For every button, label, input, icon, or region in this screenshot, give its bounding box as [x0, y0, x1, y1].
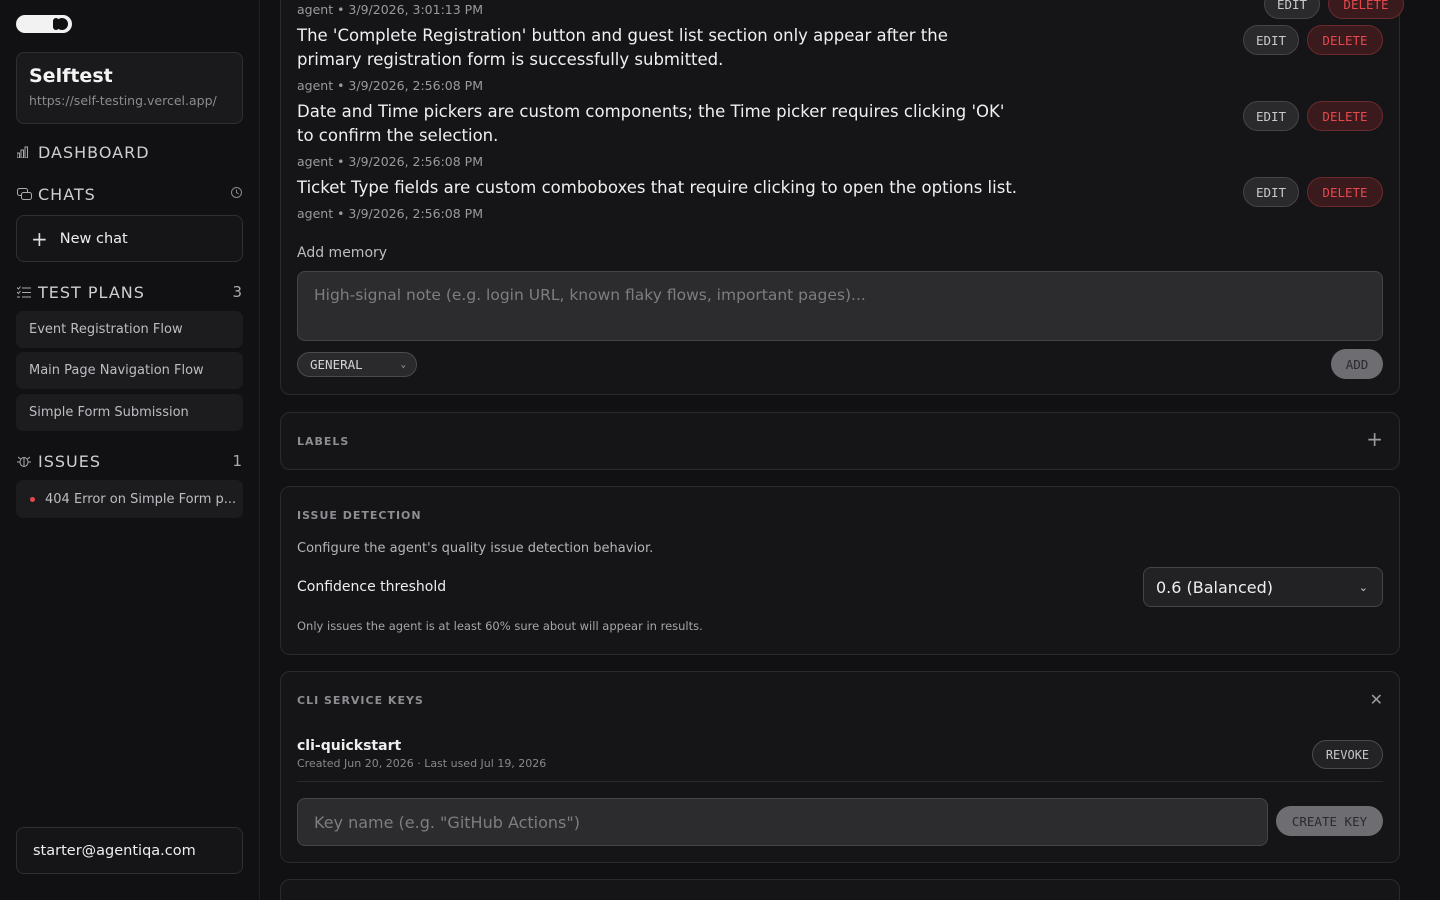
test-plan-item[interactable]: Simple Form Submission: [16, 394, 243, 431]
memory-category-select[interactable]: GENERAL ⌄: [297, 352, 417, 377]
nav-dashboard[interactable]: DASHBOARD: [16, 138, 243, 166]
key-meta: Created Jun 20, 2026 · Last used Jul 19,…: [297, 757, 547, 770]
nav-test-plans-label: TEST PLANS: [38, 282, 145, 302]
memory-text: Date and Time pickers are custom compone…: [297, 102, 1005, 145]
nav-test-plans[interactable]: TEST PLANS 3: [16, 278, 243, 306]
test-plan-item[interactable]: Main Page Navigation Flow: [16, 352, 243, 389]
confidence-threshold-note: Only issues the agent is at least 60% su…: [297, 619, 703, 633]
edit-button[interactable]: EDIT: [1264, 0, 1320, 19]
theme-toggle[interactable]: [16, 15, 72, 33]
delete-button[interactable]: DELETE: [1328, 0, 1404, 19]
chat-bubbles-icon: [16, 186, 32, 202]
close-icon[interactable]: ✕: [1370, 690, 1383, 709]
toggle-knob: [56, 18, 68, 30]
delete-button[interactable]: DELETE: [1307, 25, 1383, 55]
issue-detection-title: ISSUE DETECTION: [297, 509, 422, 522]
nav-issues-label: ISSUES: [38, 451, 102, 471]
issues-count: 1: [232, 452, 243, 470]
issue-item[interactable]: 404 Error on Simple Form p...: [16, 480, 243, 518]
delete-button[interactable]: DELETE: [1307, 177, 1383, 207]
issue-detection-card: ISSUE DETECTION Configure the agent's qu…: [280, 486, 1400, 655]
nav-chats-label: CHATS: [38, 184, 96, 204]
user-email: starter@agentiqa.com: [33, 842, 196, 859]
labels-title: LABELS: [297, 435, 350, 448]
edit-button[interactable]: EDIT: [1243, 101, 1299, 131]
test-plans-count: 3: [232, 283, 243, 301]
key-name: cli-quickstart: [297, 738, 402, 754]
issue-label: 404 Error on Simple Form p...: [45, 491, 237, 507]
confidence-threshold-select[interactable]: 0.6 (Balanced) ⌄: [1143, 567, 1383, 607]
edit-button[interactable]: EDIT: [1243, 25, 1299, 55]
chevron-down-icon: ⌄: [400, 359, 406, 370]
edit-button[interactable]: EDIT: [1243, 177, 1299, 207]
nav-issues[interactable]: ISSUES 1: [16, 447, 243, 475]
main-content: EDIT DELETE agent • 3/9/2026, 3:01:13 PM…: [260, 0, 1440, 900]
new-chat-button[interactable]: + New chat: [16, 215, 243, 262]
test-plan-label: Main Page Navigation Flow: [29, 363, 204, 378]
revoke-key-button[interactable]: REVOKE: [1312, 740, 1383, 769]
labels-card: LABELS +: [280, 412, 1400, 470]
delete-button[interactable]: DELETE: [1307, 101, 1383, 131]
project-url: https://self-testing.vercel.app/: [29, 93, 217, 108]
project-card[interactable]: Selftest https://self-testing.vercel.app…: [16, 52, 243, 124]
confidence-threshold-label: Confidence threshold: [297, 579, 447, 595]
chevron-down-icon: ⌄: [1358, 580, 1368, 594]
memory-meta: agent • 3/9/2026, 2:56:08 PM: [297, 78, 483, 93]
bar-chart-icon: [16, 144, 32, 160]
memory-input[interactable]: High-signal note (e.g. login URL, known …: [297, 271, 1383, 341]
memory-card: EDIT DELETE agent • 3/9/2026, 3:01:13 PM…: [280, 0, 1404, 395]
history-icon[interactable]: [230, 186, 243, 203]
memory-text: The 'Complete Registration' button and g…: [297, 26, 948, 69]
confidence-threshold-value: 0.6 (Balanced): [1156, 577, 1273, 597]
cli-keys-title: CLI SERVICE KEYS: [297, 694, 424, 707]
nav-dashboard-label: DASHBOARD: [38, 142, 150, 162]
next-section-card: [280, 879, 1400, 900]
project-name: Selftest: [29, 65, 113, 87]
add-label-plus-icon[interactable]: +: [1366, 427, 1383, 451]
create-key-button[interactable]: CREATE KEY: [1276, 806, 1383, 836]
sidebar: Selftest https://self-testing.vercel.app…: [0, 0, 260, 900]
memory-meta: agent • 3/9/2026, 2:56:08 PM: [297, 154, 483, 169]
category-value: GENERAL: [310, 357, 363, 372]
memory-meta: agent • 3/9/2026, 3:01:13 PM: [297, 2, 483, 17]
plus-icon: +: [31, 226, 48, 251]
nav-chats[interactable]: CHATS: [16, 180, 243, 208]
memory-meta: agent • 3/9/2026, 2:56:08 PM: [297, 206, 483, 221]
test-plan-item[interactable]: Event Registration Flow: [16, 311, 243, 348]
add-memory-button[interactable]: ADD: [1331, 349, 1383, 379]
key-name-input[interactable]: Key name (e.g. "GitHub Actions"): [297, 798, 1268, 846]
divider: [297, 781, 1383, 782]
user-account-button[interactable]: starter@agentiqa.com: [16, 827, 243, 874]
issue-detection-description: Configure the agent's quality issue dete…: [297, 541, 654, 556]
memory-text: Ticket Type fields are custom comboboxes…: [297, 178, 1018, 197]
new-chat-label: New chat: [59, 230, 128, 247]
bug-icon: [16, 453, 32, 469]
issue-status-dot: [30, 496, 35, 502]
checklist-icon: [16, 284, 32, 300]
test-plan-label: Simple Form Submission: [29, 405, 189, 420]
cli-keys-card: CLI SERVICE KEYS ✕ cli-quickstart Create…: [280, 671, 1400, 863]
add-memory-label: Add memory: [297, 245, 388, 261]
test-plan-label: Event Registration Flow: [29, 322, 183, 337]
